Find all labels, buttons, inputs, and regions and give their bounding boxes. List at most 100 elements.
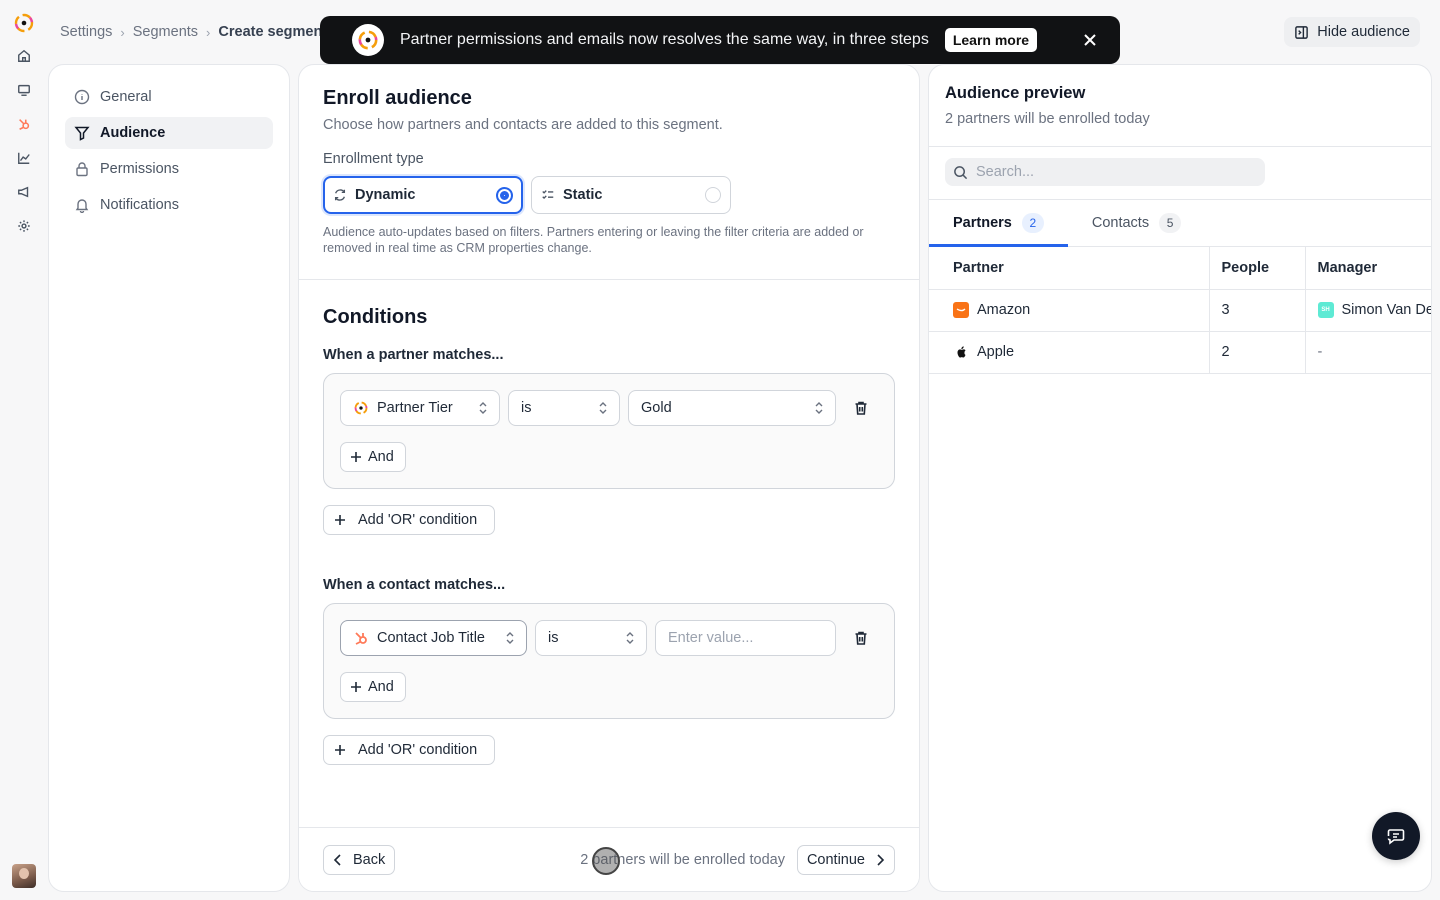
column-header-people[interactable]: People	[1209, 247, 1306, 290]
settings-nav: General Audience Permissions Notificatio…	[48, 64, 290, 892]
nav-item-general[interactable]: General	[65, 81, 273, 113]
banner-logo-icon	[352, 24, 384, 56]
chevron-updown-icon	[599, 402, 607, 414]
dynamic-radio[interactable]	[496, 186, 513, 204]
table-header-row: Partner People Manager	[929, 247, 1431, 290]
lock-icon	[74, 161, 90, 177]
column-header-partner[interactable]: Partner	[929, 247, 1210, 290]
table-row[interactable]: Amazon 3 SH Simon Van De	[929, 289, 1432, 332]
contact-operator-select[interactable]: is	[535, 620, 647, 656]
and-label: And	[368, 449, 394, 465]
contact-value-input[interactable]	[655, 620, 836, 656]
hubspot-icon[interactable]	[12, 112, 36, 136]
tab-label: Contacts	[1091, 214, 1150, 231]
partner-operator-value: is	[521, 400, 532, 416]
trash-icon[interactable]	[844, 391, 878, 425]
chat-icon	[1387, 829, 1405, 845]
enroll-title: Enroll audience	[323, 87, 472, 109]
gear-icon[interactable]	[12, 214, 36, 238]
enrollment-dynamic-option[interactable]: Dynamic	[323, 176, 523, 214]
table-row[interactable]: Apple 2 -	[929, 331, 1431, 374]
user-avatar[interactable]	[12, 864, 36, 888]
preview-title: Audience preview	[945, 84, 1086, 102]
or-label: Add 'OR' condition	[358, 512, 478, 528]
hide-audience-button[interactable]: Hide audience	[1284, 17, 1420, 47]
plus-icon	[351, 682, 361, 692]
preview-search-input[interactable]: Search...	[945, 158, 1265, 186]
chevron-updown-icon	[626, 632, 634, 644]
brand-logo-icon	[354, 401, 368, 415]
chat-button[interactable]	[1372, 812, 1420, 860]
enroll-section: Enroll audience Choose how partners and …	[299, 65, 919, 280]
continue-label: Continue	[806, 851, 865, 868]
contact-add-or-button[interactable]: Add 'OR' condition	[323, 735, 495, 765]
tab-partners[interactable]: Partners 2	[929, 199, 1068, 247]
search-placeholder: Search...	[976, 164, 1035, 180]
list-check-icon	[542, 190, 554, 199]
megaphone-icon[interactable]	[12, 180, 36, 204]
nav-item-audience[interactable]: Audience	[65, 117, 273, 149]
nav-label: General	[100, 89, 152, 105]
enroll-count-note: 2 partners will be enrolled today	[580, 846, 785, 875]
audience-preview-panel: Audience preview 2 partners will be enro…	[928, 64, 1432, 892]
nav-item-permissions[interactable]: Permissions	[65, 153, 273, 185]
search-icon	[954, 165, 968, 179]
breadcrumb-segments[interactable]: Segments	[133, 24, 198, 40]
partner-operator-select[interactable]: is	[508, 390, 620, 426]
plus-icon	[335, 515, 345, 525]
manager-name: Simon Van De	[1341, 302, 1432, 318]
partner-match-heading: When a partner matches...	[323, 347, 504, 363]
enrollment-type-group: Dynamic Static	[323, 176, 895, 214]
chart-icon[interactable]	[12, 146, 36, 170]
or-label: Add 'OR' condition	[358, 742, 478, 758]
tab-contacts[interactable]: Contacts 5	[1068, 199, 1205, 246]
partners-table: Partner People Manager Amazon 3 SH Simon…	[929, 247, 1432, 374]
info-icon	[74, 89, 90, 105]
chevron-right-icon: ›	[120, 24, 125, 40]
enrollment-type-label: Enrollment type	[323, 151, 424, 167]
nav-label: Permissions	[100, 161, 179, 177]
tab-count-badge: 2	[1021, 212, 1044, 233]
mouse-cursor	[592, 846, 621, 875]
apple-logo-icon	[953, 344, 969, 360]
partner-value-select[interactable]: Gold	[628, 390, 836, 426]
hubspot-icon	[355, 632, 367, 645]
nav-item-notifications[interactable]: Notifications	[65, 189, 273, 221]
and-label: And	[368, 679, 394, 695]
tab-label: Partners	[953, 214, 1012, 231]
learn-more-button[interactable]: Learn more	[944, 28, 1038, 52]
plus-icon	[351, 452, 361, 462]
back-button[interactable]: Back	[323, 844, 396, 875]
trash-icon[interactable]	[844, 621, 878, 655]
nav-label: Audience	[100, 125, 166, 141]
partner-add-or-button[interactable]: Add 'OR' condition	[323, 505, 495, 535]
app-rail	[0, 0, 48, 900]
contact-and-button[interactable]: And	[340, 672, 406, 702]
partner-value: Gold	[641, 400, 672, 416]
chevron-right-icon: ›	[206, 24, 211, 40]
column-header-manager[interactable]: Manager	[1305, 247, 1431, 290]
continue-button[interactable]: Continue	[796, 844, 895, 875]
static-radio[interactable]	[705, 187, 721, 203]
announcement-banner: Partner permissions and emails now resol…	[320, 16, 1120, 64]
home-icon[interactable]	[12, 44, 36, 68]
banner-text: Partner permissions and emails now resol…	[400, 31, 929, 48]
close-icon[interactable]	[1080, 30, 1100, 50]
chevron-updown-icon	[815, 402, 823, 414]
enrollment-static-option[interactable]: Static	[531, 176, 731, 214]
app-logo[interactable]	[13, 12, 35, 34]
people-count: 3	[1209, 289, 1306, 332]
dynamic-label: Dynamic	[355, 187, 416, 203]
partner-and-button[interactable]: And	[340, 442, 406, 472]
monitor-icon[interactable]	[12, 78, 36, 102]
chevron-updown-icon	[479, 402, 487, 414]
chevron-right-icon	[877, 853, 885, 866]
contact-property-select[interactable]: Contact Job Title	[340, 620, 527, 656]
filter-icon	[74, 125, 90, 141]
partner-property-select[interactable]: Partner Tier	[340, 390, 500, 426]
contact-property-value: Contact Job Title	[377, 630, 485, 646]
panel-icon	[1295, 25, 1309, 39]
preview-tabs: Partners 2 Contacts 5	[929, 200, 1431, 247]
breadcrumb-settings[interactable]: Settings	[60, 24, 112, 40]
contact-match-heading: When a contact matches...	[323, 577, 506, 593]
